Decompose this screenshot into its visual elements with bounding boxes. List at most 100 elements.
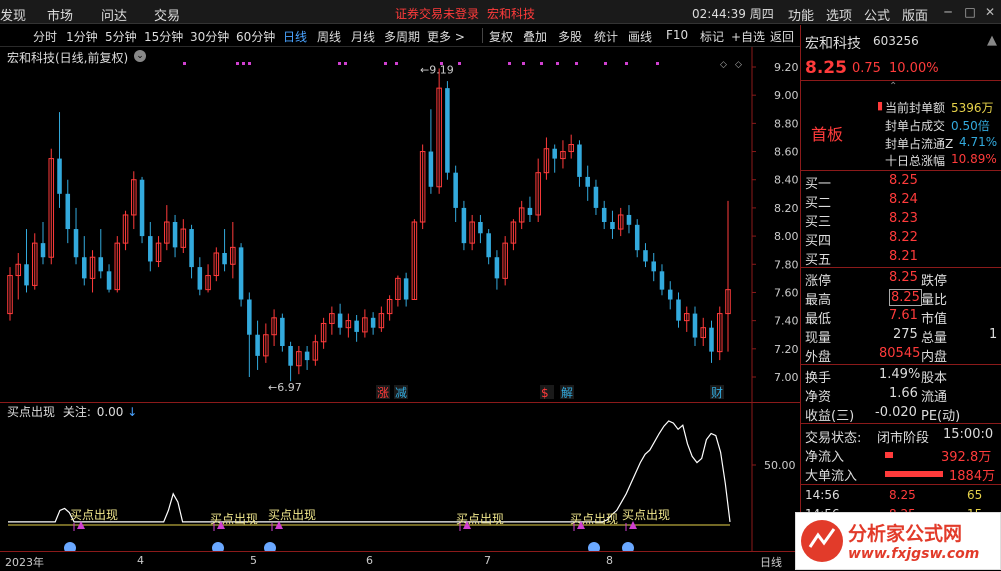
maximize-icon[interactable]: □ (962, 4, 978, 20)
x-label-6: 6 (366, 554, 373, 567)
quote-pct: 10.00% (889, 61, 939, 76)
tool-overlay[interactable]: 叠加 (523, 28, 547, 45)
board-tag: 首板 (811, 125, 844, 144)
net-in-bar (885, 452, 893, 458)
menu-wenda[interactable]: 问达 (101, 5, 127, 24)
seal-value: 5396万 (951, 101, 994, 115)
x-axis-period[interactable]: 日线 (760, 554, 782, 570)
quote-stock-code: 603256 (873, 34, 919, 48)
stat-label: 外盘 (805, 350, 832, 365)
candle-body (197, 267, 203, 290)
period-30min[interactable]: 30分钟 (190, 28, 229, 45)
period-monthly[interactable]: 月线 (351, 28, 375, 45)
candle-body (428, 151, 434, 187)
stat-label: 最低 (805, 312, 832, 327)
tool-f10[interactable]: F10 (666, 28, 688, 42)
y-tick-label: 7.60 (774, 286, 799, 299)
bid-label-5: 买五 (805, 253, 832, 268)
menu-layout[interactable]: 版面 (902, 5, 928, 24)
period-fenshi[interactable]: 分时 (33, 28, 57, 45)
candle-body (552, 148, 557, 159)
tool-stats[interactable]: 统计 (594, 28, 618, 45)
stat-label: 收益(三) (805, 409, 855, 424)
y-tick-label: 8.00 (774, 230, 799, 243)
candle-body (139, 179, 145, 237)
big-in-value: 1884万 (949, 469, 996, 484)
tool-add-watch[interactable]: +自选 (731, 28, 765, 45)
minimize-icon[interactable]: ─ (940, 4, 956, 20)
close-icon[interactable]: ✕ (982, 4, 998, 20)
candle-body (255, 334, 260, 356)
candle-body (643, 250, 648, 262)
collapse-icon[interactable]: ⌃ (889, 81, 897, 92)
period-15min[interactable]: 15分钟 (144, 28, 183, 45)
x-label-8: 8 (606, 554, 613, 567)
event-marker: 解 (561, 386, 573, 400)
menu-function[interactable]: 功能 (788, 5, 814, 24)
signal-circle-icon (588, 542, 600, 551)
period-more[interactable]: 更多 > (427, 28, 465, 45)
signal-circle-icon (622, 542, 634, 551)
stat-label: 最高 (805, 293, 832, 308)
tool-mark[interactable]: 标记 (700, 28, 724, 45)
y-tick-label: 7.20 (774, 343, 799, 356)
period-daily[interactable]: 日线 (283, 28, 307, 45)
indicator-svg[interactable]: 50.00买点出现 买点出现 买点出现 买点出现 买点出现 买点出现 (0, 403, 800, 551)
period-multi[interactable]: 多周期 (384, 28, 420, 45)
bid-label-4: 买四 (805, 234, 832, 249)
menu-trade[interactable]: 交易 (154, 5, 180, 24)
menu-options[interactable]: 选项 (826, 5, 852, 24)
high-price-label: ←9.19 (420, 63, 454, 76)
tick-time: 14:56 (805, 488, 840, 502)
event-dot (625, 62, 628, 65)
menu-discover[interactable]: 发现 (0, 5, 26, 24)
menu-market[interactable]: 市场 (47, 5, 73, 24)
y-tick-label: 8.20 (774, 202, 799, 215)
candle-body (494, 257, 500, 279)
tool-draw[interactable]: 画线 (628, 28, 652, 45)
candle-body (288, 346, 293, 366)
candle-body (667, 289, 673, 300)
bid-label-3: 买三 (805, 215, 832, 230)
seal-flag-icon: ▮ (877, 99, 884, 112)
trade-state-label: 交易状态: (805, 431, 862, 446)
event-dot (522, 62, 525, 65)
tool-multistock[interactable]: 多股 (558, 28, 582, 45)
quote-price: 8.25 (805, 58, 847, 78)
stat-label: 换手 (805, 371, 832, 386)
stat-label: 市值 (921, 312, 948, 327)
buy-signal-label: 买点出现 (622, 508, 670, 522)
buy-signal-label: 买点出现 (456, 512, 504, 526)
event-dot (242, 62, 245, 65)
event-marker: $ (541, 386, 549, 400)
candle-body (527, 207, 533, 215)
scroll-up-icon[interactable]: ▲ (987, 33, 997, 48)
kline-chart[interactable]: 宏和科技(日线,前复权) ⌄ 9.20 9.00 8.80 8.60 8.40 8.20 8… (0, 47, 800, 403)
stat-value: 80545 (879, 346, 921, 361)
period-60min[interactable]: 60分钟 (236, 28, 275, 45)
period-1min[interactable]: 1分钟 (66, 28, 98, 45)
candle-body (40, 243, 46, 258)
event-dot (183, 62, 186, 65)
diamond-icon: ◇ (735, 60, 742, 70)
tick-vol: 65 (967, 488, 983, 502)
y-tick-label: 9.00 (774, 89, 799, 102)
login-notice[interactable]: 证券交易未登录 (395, 5, 479, 22)
tool-fuquan[interactable]: 复权 (489, 28, 513, 45)
candle-body (478, 222, 483, 234)
bid-price-5: 8.21 (889, 249, 918, 264)
stat-label: 现量 (805, 331, 832, 346)
candle-body (189, 229, 194, 268)
candle-body (98, 257, 104, 272)
tick-price: 8.25 (889, 488, 916, 502)
period-weekly[interactable]: 周线 (317, 28, 341, 45)
watermark-name: 分析家公式网 (848, 523, 963, 545)
indicator-line (8, 420, 731, 523)
menu-formula[interactable]: 公式 (864, 5, 890, 24)
period-5min[interactable]: 5分钟 (105, 28, 137, 45)
event-dot (575, 62, 578, 65)
x-label-5: 5 (250, 554, 257, 567)
tool-back[interactable]: 返回 (770, 28, 800, 45)
candle-body (280, 317, 285, 346)
candle-body (601, 207, 607, 222)
